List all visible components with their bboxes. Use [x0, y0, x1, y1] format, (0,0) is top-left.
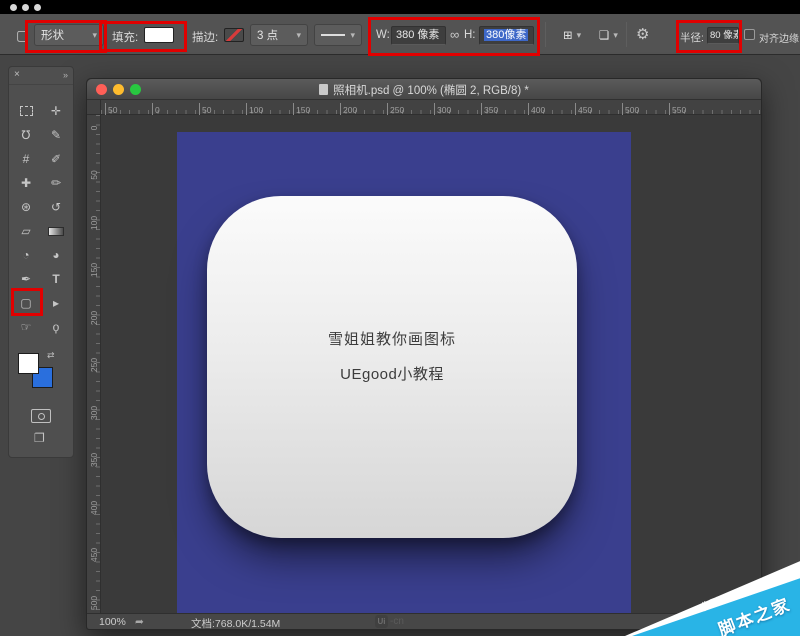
eraser-icon: ▱ [21, 224, 30, 238]
quick-selection-icon: ✎ [51, 128, 61, 142]
chevron-down-icon: ▾ [350, 30, 355, 41]
swap-colors-icon[interactable]: ⇄ [47, 350, 55, 361]
move-icon: ✛ [51, 104, 61, 118]
document-canvas-area[interactable]: 雪姐姐教你画图标 UEgood小教程 [101, 115, 761, 613]
path-operations-icon: ⊞ [563, 28, 573, 42]
canvas-background[interactable]: 雪姐姐教你画图标 UEgood小教程 [177, 132, 631, 613]
annotation-box-width-height [368, 17, 540, 56]
uicn-logo-icon: Ui [375, 615, 388, 628]
path-selection-icon: ▸ [53, 296, 59, 310]
rectangular-marquee-tool[interactable] [11, 99, 41, 123]
stroke-width-value: 3 点 [257, 27, 278, 43]
eyedropper-tool[interactable]: ✐ [41, 147, 71, 171]
divider [626, 22, 627, 47]
gradient-tool[interactable] [41, 219, 71, 243]
window-minimize-button[interactable] [22, 4, 29, 11]
stroke-style-dropdown[interactable]: ▾ [314, 24, 362, 46]
lasso-tool[interactable]: ℧ [11, 123, 41, 147]
window-close-button[interactable] [10, 4, 17, 11]
vertical-ruler[interactable]: 0 50 100 150 200 250 300 350 400 450 500 [87, 115, 101, 613]
annotation-box-shape-tool [11, 288, 43, 316]
annotation-box-shape-mode [25, 20, 107, 53]
gradient-icon [48, 227, 64, 236]
zoom-level[interactable]: 100% [99, 616, 126, 628]
brush-tool[interactable]: ✏ [41, 171, 71, 195]
eraser-tool[interactable]: ▱ [11, 219, 41, 243]
clone-stamp-icon: ⊛ [21, 200, 31, 214]
blur-tool[interactable]: ◔ [11, 243, 41, 267]
history-brush-tool[interactable]: ↺ [41, 195, 71, 219]
path-operations-button[interactable]: ⊞ ▾ [556, 24, 588, 46]
document-icon [319, 84, 328, 95]
path-arrangement-button[interactable]: ❏ ▾ [592, 24, 624, 46]
toolbox-panel: × » ✛ ℧ ✎ # ✐ ✚ ✏ ⊛ ↺ ▱ ◔ ◕ ✒ T ▢ ▸ ☞ ϙ … [8, 66, 74, 458]
type-tool[interactable]: T [41, 267, 71, 291]
stroke-color-swatch[interactable] [224, 28, 244, 42]
blur-icon: ◔ [22, 248, 29, 262]
document-window: 照相机.psd @ 100% (椭圆 2, RGB/8) * 500501001… [86, 78, 762, 630]
healing-brush-icon: ✚ [21, 176, 31, 190]
marquee-icon [20, 106, 33, 116]
crop-icon: # [23, 152, 30, 166]
quick-selection-tool[interactable]: ✎ [41, 123, 71, 147]
dodge-tool[interactable]: ◕ [41, 243, 71, 267]
dodge-icon: ◕ [52, 248, 59, 262]
screen-mode-icon[interactable]: ❐ [34, 431, 45, 445]
spot-healing-brush-tool[interactable]: ✚ [11, 171, 41, 195]
window-zoom-button[interactable] [34, 4, 41, 11]
foreground-color-swatch[interactable] [18, 353, 39, 374]
chevron-down-icon: ▾ [577, 30, 582, 41]
align-edges-label: 对齐边缘 [759, 30, 799, 45]
gear-icon[interactable]: ⚙ [636, 25, 649, 43]
chevron-down-icon: ▾ [296, 30, 301, 41]
history-brush-icon: ↺ [51, 200, 61, 214]
document-titlebar[interactable]: 照相机.psd @ 100% (椭圆 2, RGB/8) * [87, 79, 761, 100]
export-arrow-icon[interactable]: ➦ [135, 616, 144, 628]
pen-icon: ✒ [21, 272, 31, 286]
annotation-box-radius [676, 20, 742, 53]
horizontal-ruler[interactable]: 50050100150200250300350400450500550 [101, 100, 761, 115]
hand-tool[interactable]: ☞ [11, 315, 41, 339]
collapse-panel-icon[interactable]: » [63, 69, 68, 81]
type-icon: T [52, 272, 59, 286]
uicn-watermark: Ui -cn [375, 615, 404, 628]
jb51-watermark: jb51.net 脚本之家 [625, 558, 800, 636]
path-arrangement-icon: ❏ [599, 28, 609, 42]
divider [545, 22, 546, 47]
zoom-icon: ϙ [53, 320, 60, 334]
clone-stamp-tool[interactable]: ⊛ [11, 195, 41, 219]
move-tool[interactable]: ✛ [41, 99, 71, 123]
stroke-label: 描边: [192, 29, 218, 45]
uicn-suffix-text: -cn [390, 616, 404, 627]
quick-mask-icon [38, 413, 45, 420]
stroke-width-dropdown[interactable]: 3 点 ▾ [250, 24, 308, 46]
zoom-tool[interactable]: ϙ [41, 315, 71, 339]
toolbox-header: × » [9, 67, 73, 85]
brush-icon: ✏ [51, 176, 61, 190]
lasso-icon: ℧ [21, 128, 30, 142]
path-selection-tool[interactable]: ▸ [41, 291, 71, 315]
chevron-down-icon: ▾ [613, 30, 618, 41]
crop-tool[interactable]: # [11, 147, 41, 171]
annotation-box-fill [99, 21, 187, 52]
stroke-style-line-icon [321, 34, 345, 36]
document-size-info[interactable]: 文档:768.0K/1.54M [191, 616, 280, 631]
ruler-corner [87, 100, 101, 115]
align-edges-checkbox[interactable] [744, 29, 755, 40]
app-titlebar [0, 0, 800, 14]
document-title: 照相机.psd @ 100% (椭圆 2, RGB/8) * [87, 82, 761, 98]
eyedropper-icon: ✐ [51, 152, 61, 166]
rounded-rectangle-shape[interactable]: 雪姐姐教你画图标 UEgood小教程 [207, 196, 577, 538]
canvas-text-line1: 雪姐姐教你画图标 [207, 328, 577, 349]
hand-icon: ☞ [21, 320, 32, 334]
photoshop-app-window: ▢ 形状 ▾ 填充: 描边: 3 点 ▾ ▾ W: 380 像素 ∞ H: 38… [0, 0, 800, 636]
canvas-text-line2: UEgood小教程 [207, 363, 577, 384]
quick-mask-button[interactable] [31, 409, 51, 423]
close-icon[interactable]: × [14, 69, 20, 81]
